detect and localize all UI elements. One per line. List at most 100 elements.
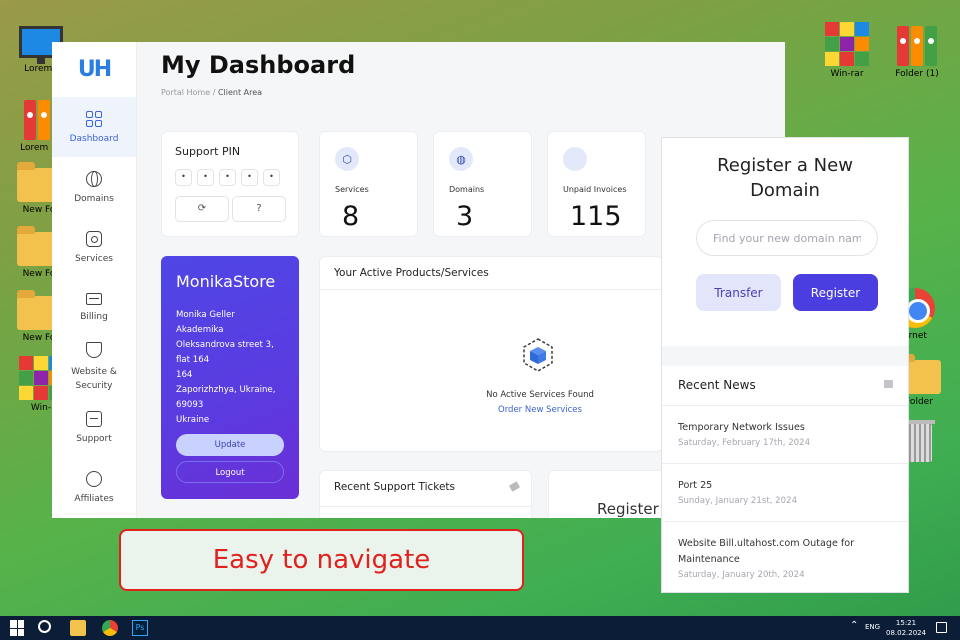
register-domain-card: Register a New Domain Transfer Register [662, 138, 908, 346]
pin-help-button[interactable]: ? [232, 196, 286, 222]
news-item[interactable]: Temporary Network Issues Saturday, Febru… [662, 406, 908, 464]
update-button[interactable]: Update [176, 434, 284, 456]
card-title: Recent Support Tickets [320, 471, 531, 507]
stat-value: 3 [456, 201, 474, 232]
sidebar-item-label: Dashboard [69, 133, 119, 144]
domain-search-input[interactable] [696, 220, 878, 256]
stat-label: Services [335, 185, 369, 194]
notification-icon[interactable] [936, 622, 947, 633]
logout-button[interactable]: Logout [176, 461, 284, 483]
sidebar-item-domains[interactable]: Domains [52, 157, 136, 217]
language-indicator[interactable]: ENG [865, 623, 880, 631]
clock-time: 15:21 [895, 619, 917, 627]
sidebar-item-affiliates[interactable]: Affiliates [52, 457, 136, 517]
pin-digit: • [219, 169, 236, 186]
address-line: 69093 [176, 400, 204, 410]
sidebar-item-billing[interactable]: Billing [52, 277, 136, 337]
support-pin-card: Support PIN • • • • • ⟳ ? [161, 131, 299, 237]
recycle-bin-icon [903, 420, 935, 462]
account-address: Monika Geller Akademika Oleksandrova str… [176, 308, 275, 428]
breadcrumb: Portal Home / Client Area [161, 88, 262, 97]
binder-icon [882, 26, 952, 66]
news-item[interactable]: Port 25 Sunday, January 21st, 2024 [662, 464, 908, 522]
desktop-icon-folder-binder[interactable]: Folder (1) [882, 26, 952, 79]
recent-news-card: Recent News Temporary Network Issues Sat… [662, 366, 908, 592]
pin-digit: • [241, 169, 258, 186]
clock-date: 08.02.2024 [886, 629, 927, 637]
box-icon [86, 230, 102, 247]
clock[interactable]: 15:21 08.02.2024 [886, 618, 926, 638]
file-explorer-icon[interactable] [70, 620, 86, 636]
news-title: Website Bill.ultahost.com Outage for Mai… [678, 538, 855, 565]
address-line: Zaporizhzhya, Ukraine, [176, 385, 276, 395]
coin-icon [86, 470, 102, 487]
desktop-icon-label: New Fo [22, 333, 56, 343]
address-line: 164 [176, 370, 193, 380]
news-header: Recent News [662, 366, 908, 406]
address-line: Monika Geller [176, 310, 235, 320]
card-title: Your Active Products/Services [320, 257, 662, 290]
page-title: My Dashboard [161, 51, 356, 79]
tray-expand-icon[interactable]: ⌃ [850, 620, 858, 631]
desktop-icon-label: New Fo [22, 205, 56, 215]
transfer-button[interactable]: Transfer [696, 274, 781, 311]
stat-unpaid-invoices[interactable]: Unpaid Invoices 115 [547, 131, 646, 237]
cube-icon [523, 338, 553, 372]
pin-digit: • [263, 169, 280, 186]
news-title: Temporary Network Issues [678, 422, 805, 433]
sidebar-item-support[interactable]: Support [52, 397, 136, 457]
sidebar-item-website-security[interactable]: Website & Security [52, 337, 136, 397]
refresh-icon: ⟳ [197, 203, 207, 214]
chrome-icon[interactable] [102, 620, 118, 636]
news-date: Saturday, February 17th, 2024 [678, 438, 811, 448]
address-line: flat 164 [176, 355, 210, 365]
sidebar-item-label: Support [76, 433, 112, 444]
account-card: MonikaStore Monika Geller Akademika Olek… [161, 256, 299, 499]
desktop-icon-label: Win- [30, 403, 52, 413]
desktop-icon-winrar[interactable]: Win-rar [812, 22, 882, 79]
news-item[interactable]: Website Bill.ultahost.com Outage for Mai… [662, 522, 908, 594]
news-date: Sunday, January 21st, 2024 [678, 496, 798, 506]
register-button[interactable]: Register [793, 274, 878, 311]
register-domain-title: Register a New Domain [717, 155, 853, 201]
desktop-icon-label: New Fo [22, 269, 56, 279]
desktop-icon-label: Folder [905, 397, 933, 407]
photoshop-icon[interactable]: Ps [132, 620, 148, 636]
account-name: MonikaStore [176, 272, 276, 291]
support-icon [86, 410, 102, 427]
stat-domains[interactable]: ◍ Domains 3 [433, 131, 532, 237]
chat-icon [884, 380, 893, 388]
breadcrumb-home[interactable]: Portal Home [161, 88, 210, 97]
taskbar: Ps ⌃ ENG 15:21 08.02.2024 [0, 616, 960, 640]
globe-icon: ◍ [449, 147, 473, 171]
active-products-card: Your Active Products/Services No Active … [319, 256, 663, 452]
card-icon [86, 292, 102, 305]
address-line: Oleksandrova street 3, [176, 340, 274, 350]
news-title: Port 25 [678, 480, 713, 491]
invoice-icon [563, 147, 587, 171]
refresh-pin-button[interactable]: ⟳ [175, 196, 229, 222]
news-date: Saturday, January 20th, 2024 [678, 570, 805, 580]
recent-tickets-card: Recent Support Tickets [319, 470, 532, 518]
breadcrumb-separator: / [212, 88, 216, 97]
register-peek-title: Register [597, 500, 659, 518]
support-pin-label: Support PIN [175, 145, 241, 158]
address-line: Akademika [176, 325, 224, 335]
stat-services[interactable]: ⬡ Services 8 [319, 131, 418, 237]
logo[interactable]: UH [52, 42, 136, 97]
sidebar-item-dashboard[interactable]: Dashboard [52, 97, 136, 157]
callout-banner: Easy to navigate [119, 529, 524, 591]
windows-start-icon[interactable] [10, 620, 24, 636]
pin-digit: • [197, 169, 214, 186]
pin-digit: • [175, 169, 192, 186]
shield-icon [86, 341, 102, 358]
stat-label: Domains [449, 185, 485, 194]
sidebar: UH Dashboard Domains Services Billing We… [52, 42, 137, 518]
desktop-icon-label: Win-rar [830, 69, 864, 79]
sidebar-item-services[interactable]: Services [52, 217, 136, 277]
desktop-icon-label: Folder (1) [895, 69, 939, 79]
globe-icon [86, 170, 102, 187]
search-icon[interactable] [38, 620, 51, 633]
grid-icon [86, 110, 102, 127]
sidebar-item-label: Billing [80, 311, 108, 322]
